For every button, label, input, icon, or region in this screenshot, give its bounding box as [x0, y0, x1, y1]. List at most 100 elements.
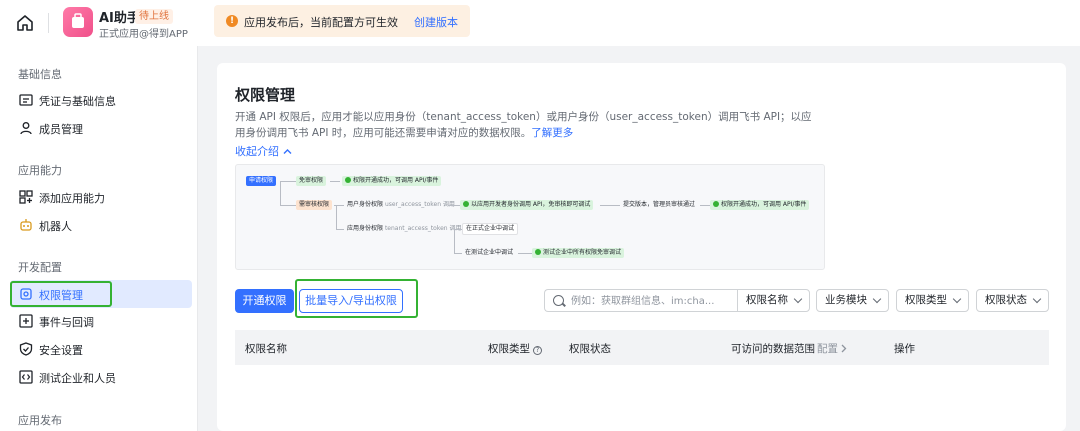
sidebar-item-robot[interactable]: 机器人: [10, 211, 192, 239]
column-type-label: 权限类型: [488, 343, 530, 355]
app-org: 正式应用@得到APP: [99, 29, 188, 40]
permission-flow-diagram: 申请权限 免审权限 权限开通成功，可调用 API/事件 需审核权限 用户身份权限…: [235, 164, 825, 270]
id-card-icon: [19, 94, 33, 106]
sidebar-group-dev: 开发配置: [18, 261, 62, 274]
app-status-badge: 待上线: [135, 9, 173, 24]
sidebar-item-label: 机器人: [39, 220, 72, 233]
chevron-up-icon: [283, 149, 291, 154]
collapse-intro-link[interactable]: 收起介绍: [235, 143, 292, 159]
chevron-right-icon: [841, 344, 847, 353]
flow-ok-call-2-label: 权限开通成功，可调用 API/事件: [721, 201, 807, 208]
filter-label: 业务模块: [825, 294, 867, 306]
sidebar-item-add-capability[interactable]: 添加应用能力: [10, 183, 192, 211]
flow-app-identity: 应用身份权限 tenant_access_token 调用: [344, 224, 465, 234]
flow-ok-call-label: 权限开通成功，可调用 API/事件: [353, 177, 439, 184]
learn-more-link[interactable]: 了解更多: [531, 127, 573, 139]
flow-test-debug: 在测试企业中调试: [465, 249, 514, 256]
sidebar-group-publish: 应用发布: [18, 414, 62, 427]
table-header: 权限名称 权限类型? 权限状态 可访问的数据范围 配置 操作: [235, 330, 1049, 365]
column-status: 权限状态: [569, 343, 611, 355]
flow-submit: 提交版本，管理员审核通过: [623, 201, 696, 208]
flow-line: [330, 181, 340, 182]
filter-permission-type[interactable]: 权限类型: [896, 289, 969, 312]
enable-permission-button[interactable]: 开通权限: [235, 289, 294, 313]
search-input[interactable]: [571, 293, 731, 309]
search-icon: [553, 295, 564, 306]
flow-test-ok-label: 测试企业中所有权限免审调试: [543, 249, 622, 256]
flow-line: [454, 229, 455, 253]
column-name: 权限名称: [245, 343, 287, 355]
sidebar-item-label: 成员管理: [39, 123, 83, 136]
flow-dev-identity-label: 以应用开发者身份调用 API，免审核即可调试: [471, 201, 591, 208]
sidebar-group-basic: 基础信息: [18, 68, 62, 81]
sidebar-group-capability: 应用能力: [18, 164, 62, 177]
flow-user-identity: 用户身份权限 user_access_token 调用: [344, 200, 458, 210]
highlight-box: [10, 281, 112, 307]
flow-line: [518, 253, 532, 254]
flow-need-review: 需审核权限: [296, 200, 333, 210]
sidebar-item-label: 测试企业和人员: [39, 372, 116, 385]
flow-test-ok: 测试企业中所有权限免审调试: [532, 248, 625, 258]
flow-line: [280, 181, 296, 182]
scope-config-link[interactable]: 配置: [817, 343, 847, 355]
sidebar-item-events[interactable]: 事件与回调: [10, 307, 192, 335]
flow-line: [336, 229, 344, 230]
filter-permission-name[interactable]: 权限名称: [737, 289, 810, 312]
chevron-down-icon: [793, 294, 803, 304]
column-scope-label: 可访问的数据范围: [731, 343, 815, 355]
column-scope: 可访问的数据范围 配置: [731, 341, 847, 356]
help-icon[interactable]: ?: [533, 346, 542, 355]
code-icon: [19, 370, 33, 384]
flow-line: [700, 205, 710, 206]
highlight-box: [295, 279, 418, 318]
flow-user-token: user_access_token 调用: [384, 201, 455, 208]
column-ops: 操作: [894, 343, 915, 355]
check-icon: [713, 201, 719, 207]
shield-icon: [19, 342, 33, 356]
sidebar-item-test-org[interactable]: 测试企业和人员: [10, 363, 192, 391]
flow-line: [448, 205, 460, 206]
column-type: 权限类型?: [488, 341, 542, 356]
user-icon: [20, 122, 32, 135]
sidebar-item-credentials[interactable]: 凭证与基础信息: [10, 86, 192, 114]
sidebar-item-label: 事件与回调: [39, 316, 94, 329]
flow-line: [336, 205, 337, 229]
filter-permission-status[interactable]: 权限状态: [976, 289, 1049, 312]
search-box: [544, 289, 737, 312]
chevron-down-icon: [1032, 294, 1042, 304]
filter-label: 权限名称: [746, 294, 788, 306]
chevron-down-icon: [952, 294, 962, 304]
flow-user-identity-label: 用户身份权限: [347, 201, 384, 208]
page-title: 权限管理: [235, 86, 296, 104]
app-name: AI助手: [99, 11, 140, 26]
scope-config-label: 配置: [817, 343, 838, 355]
top-bar: AI助手 待上线 正式应用@得到APP 应用发布后，当前配置方可生效 创建版本: [0, 0, 1080, 46]
divider: [48, 13, 49, 33]
notice-text: 应用发布后，当前配置方可生效: [244, 16, 398, 29]
flow-line: [454, 229, 462, 230]
filter-business-module[interactable]: 业务模块: [816, 289, 889, 312]
publish-notice: 应用发布后，当前配置方可生效 创建版本: [214, 5, 470, 37]
sidebar-item-members[interactable]: 成员管理: [10, 114, 192, 142]
home-icon[interactable]: [14, 12, 36, 34]
flow-tenant-token: tenant_access_token 调用: [384, 225, 462, 232]
page-description: 开通 API 权限后，应用才能以应用身份（tenant_access_token…: [235, 109, 820, 141]
app-logo: [63, 7, 93, 37]
flow-apply: 申请权限: [246, 176, 277, 186]
filter-label: 权限类型: [905, 294, 947, 306]
check-icon: [345, 177, 351, 183]
flow-line: [280, 181, 281, 205]
robot-icon: [20, 219, 32, 231]
flow-app-identity-label: 应用身份权限: [347, 225, 384, 232]
create-version-link[interactable]: 创建版本: [414, 14, 458, 30]
flow-prod-debug: 在正式企业中调试: [462, 223, 519, 235]
filter-label: 权限状态: [985, 294, 1027, 306]
flow-no-review: 免审权限: [296, 176, 327, 186]
sidebar-item-security[interactable]: 安全设置: [10, 335, 192, 363]
sidebar-item-label: 凭证与基础信息: [39, 95, 116, 108]
sidebar-item-label: 安全设置: [39, 344, 83, 357]
check-icon: [535, 249, 541, 255]
chevron-down-icon: [872, 294, 882, 304]
flow-line: [454, 253, 462, 254]
flow-ok-call: 权限开通成功，可调用 API/事件: [342, 176, 442, 186]
